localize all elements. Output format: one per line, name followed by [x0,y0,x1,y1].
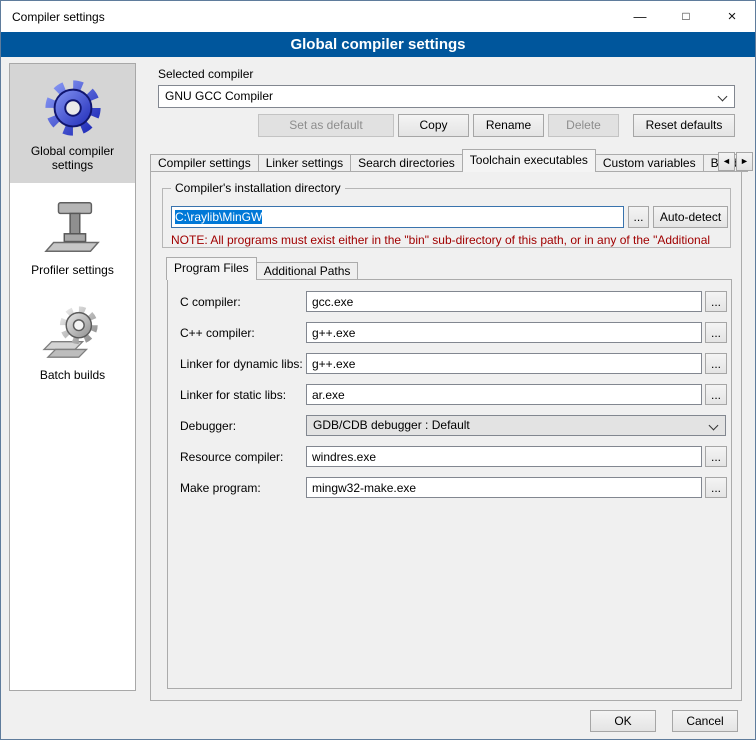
sidebar-item-label: Profiler settings [31,263,114,277]
c-compiler-browse-button[interactable]: ... [705,291,727,312]
sidebar-item-global-compiler-settings[interactable]: Global compiler settings [10,64,135,183]
installation-directory-legend: Compiler's installation directory [171,181,345,195]
copy-button[interactable]: Copy [398,114,469,137]
c-compiler-input[interactable] [306,291,702,312]
resource-compiler-browse-button[interactable]: ... [705,446,727,467]
set-as-default-button: Set as default [258,114,394,137]
maximize-button[interactable]: □ [663,1,709,32]
program-files-tabstrip: Program Files Additional Paths [167,257,358,280]
rename-button[interactable]: Rename [473,114,544,137]
auto-detect-button[interactable]: Auto-detect [653,206,728,228]
installation-note: NOTE: All programs must exist either in … [171,233,727,247]
profiler-icon [42,196,104,258]
selected-compiler-combobox[interactable]: GNU GCC Compiler [158,85,735,108]
minimize-button[interactable]: — [617,1,663,32]
installation-directory-groupbox: Compiler's installation directory C:\ray… [162,188,731,248]
c-compiler-label: C compiler: [180,295,304,309]
linker-dynamic-input[interactable] [306,353,702,374]
delete-button: Delete [548,114,619,137]
tab-search-directories[interactable]: Search directories [351,154,463,172]
cpp-compiler-input[interactable] [306,322,702,343]
window-title: Compiler settings [12,10,105,24]
tab-custom-variables[interactable]: Custom variables [596,154,704,172]
resource-compiler-label: Resource compiler: [180,450,304,464]
dialog-header: Global compiler settings [1,32,755,57]
sidebar-item-label: Batch builds [40,368,105,382]
linker-static-label: Linker for static libs: [180,388,304,402]
settings-sidebar: Global compiler settings Profiler settin… [9,63,136,691]
compiler-settings-window: Compiler settings — □ × Global compiler … [0,0,756,740]
browse-directory-button[interactable]: ... [628,206,649,228]
sidebar-item-label: Global compiler settings [31,144,114,172]
linker-static-browse-button[interactable]: ... [705,384,727,405]
linker-dynamic-browse-button[interactable]: ... [705,353,727,374]
tab-program-files[interactable]: Program Files [166,257,257,280]
cpp-compiler-browse-button[interactable]: ... [705,322,727,343]
installation-directory-value: C:\raylib\MinGW [175,210,262,224]
installation-directory-input[interactable]: C:\raylib\MinGW [171,206,624,228]
debugger-value: GDB/CDB debugger : Default [313,418,470,432]
make-program-input[interactable] [306,477,702,498]
sidebar-item-profiler-settings[interactable]: Profiler settings [10,183,135,288]
tab-toolchain-executables[interactable]: Toolchain executables [462,149,596,172]
main-tabstrip: Compiler settings Linker settings Search… [150,149,748,172]
resource-compiler-input[interactable] [306,446,702,467]
close-button[interactable]: × [709,1,755,32]
debugger-label: Debugger: [180,419,304,433]
linker-static-input[interactable] [306,384,702,405]
cpp-compiler-label: C++ compiler: [180,326,304,340]
gear-gray-icon [42,301,104,363]
chevron-down-icon [718,92,728,102]
make-program-browse-button[interactable]: ... [705,477,727,498]
tab-compiler-settings[interactable]: Compiler settings [150,154,259,172]
ok-button[interactable]: OK [590,710,656,732]
tab-additional-paths[interactable]: Additional Paths [257,262,359,280]
chevron-down-icon [709,421,719,431]
reset-defaults-button[interactable]: Reset defaults [633,114,735,137]
cancel-button[interactable]: Cancel [672,710,738,732]
selected-compiler-label: Selected compiler [158,67,253,81]
program-files-panel: C compiler: ... C++ compiler: ... Linker… [167,279,732,689]
selected-compiler-value: GNU GCC Compiler [165,89,273,103]
tab-scroll-right-button[interactable]: ► [736,152,753,171]
titlebar: Compiler settings — □ × [1,1,755,32]
gear-blue-icon [42,77,104,139]
debugger-combobox[interactable]: GDB/CDB debugger : Default [306,415,726,436]
sidebar-item-batch-builds[interactable]: Batch builds [10,288,135,393]
tab-scroll-left-button[interactable]: ◄ [718,152,735,171]
linker-dynamic-label: Linker for dynamic libs: [180,357,304,371]
make-program-label: Make program: [180,481,304,495]
tab-linker-settings[interactable]: Linker settings [259,154,351,172]
